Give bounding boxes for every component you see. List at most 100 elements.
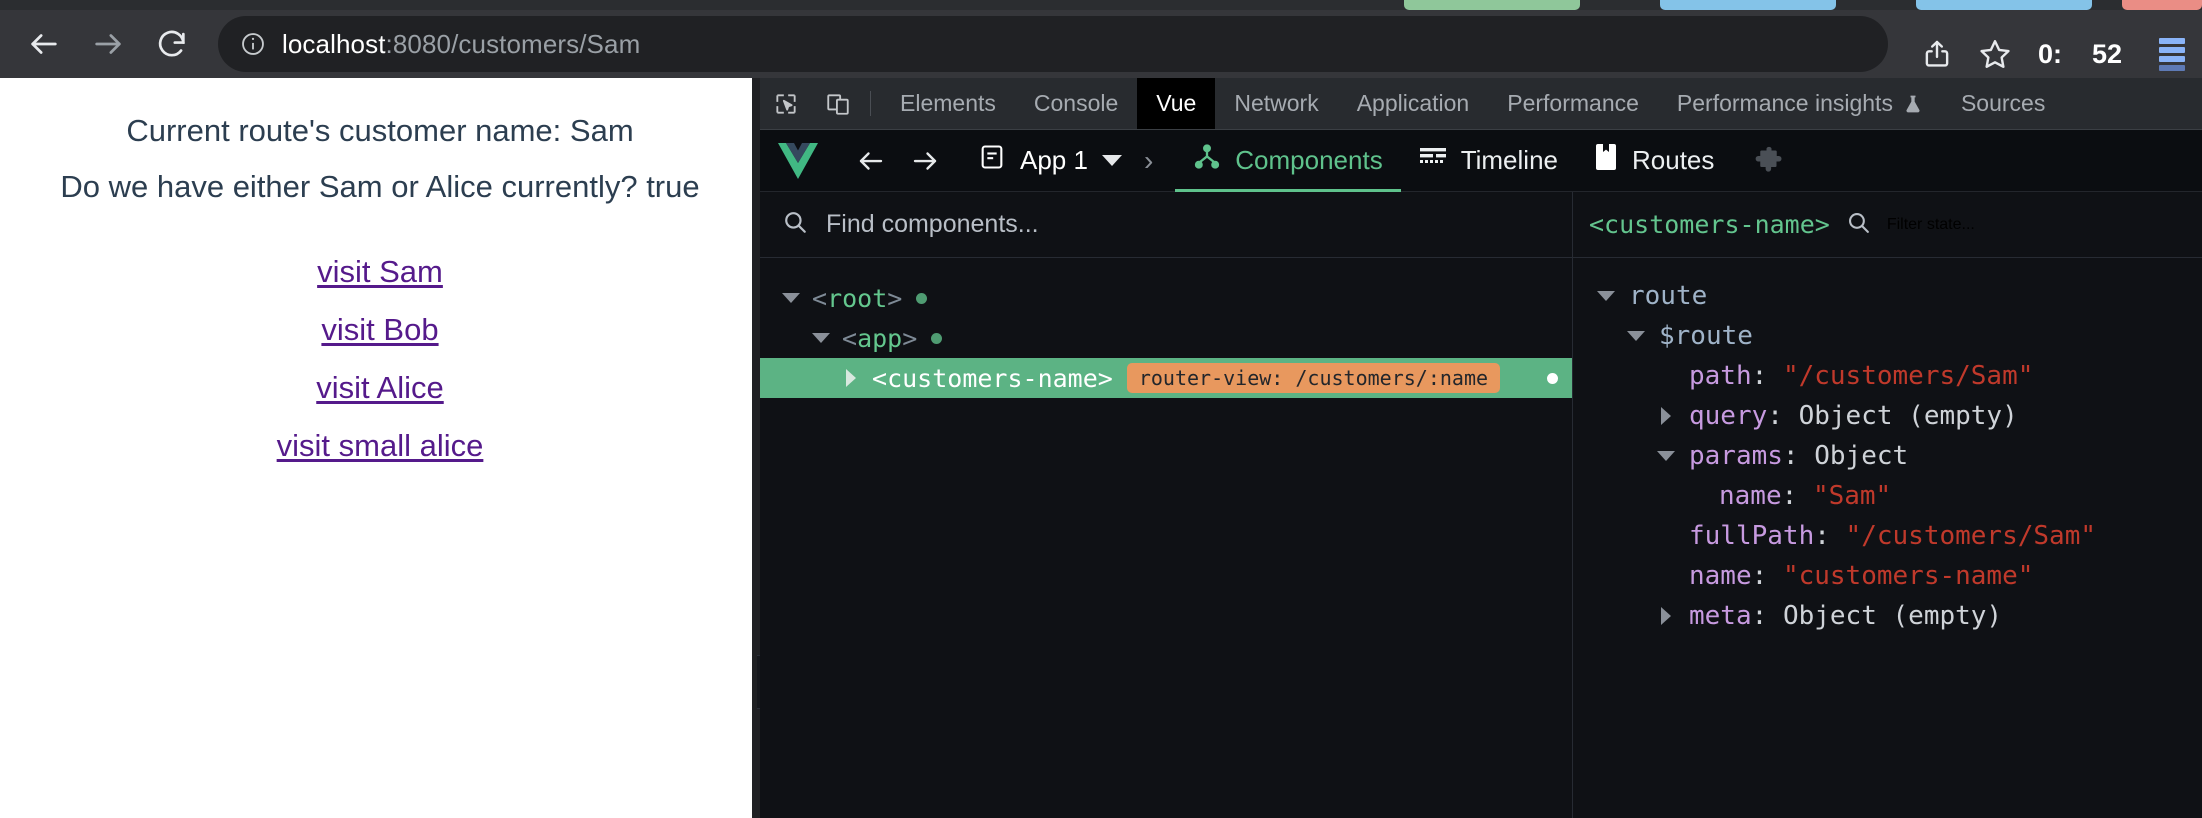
devtools-tab-label: Console [1033, 90, 1119, 116]
vue-nav-timeline[interactable]: Timeline [1401, 130, 1576, 192]
chevron-down-icon[interactable] [1651, 451, 1681, 461]
state-colon: : [1814, 521, 1846, 551]
inspect-element-icon[interactable] [760, 78, 812, 129]
reload-button[interactable] [144, 16, 200, 72]
extensions-menu-icon[interactable] [2144, 25, 2202, 83]
component-tree-row[interactable]: <root> [760, 278, 1572, 318]
site-info-icon[interactable] [240, 31, 266, 57]
chevron-down-icon[interactable] [778, 293, 804, 303]
router-link[interactable]: visit Alice [316, 370, 443, 406]
browser-toolbar: localhost:8080/customers/Sam 0: 52 [0, 10, 2202, 78]
devtools-tab-vue[interactable]: Vue [1137, 78, 1216, 129]
vue-nav-label: Routes [1632, 145, 1715, 175]
app-selector[interactable]: App 1 [978, 143, 1122, 178]
component-search[interactable]: Find components... [760, 192, 1572, 258]
chevron-right-icon[interactable] [838, 369, 864, 387]
vue-nav-routes[interactable]: Routes [1576, 130, 1732, 192]
router-link-list: visit Sam visit Bob visit Alice visit small… [0, 254, 760, 464]
state-colon: : [1767, 401, 1799, 431]
component-tree-row[interactable]: <customers-name> router-view: /customers/… [760, 358, 1572, 398]
devtools-tab-performance-insights[interactable]: Performance insights [1658, 78, 1942, 129]
component-tag: <customers-name> [872, 363, 1113, 393]
components-icon [1193, 143, 1221, 178]
state-panel-header: <customers-name> Filter state... [1573, 192, 2202, 258]
background-tab[interactable] [2122, 0, 2202, 10]
browser-chrome: localhost:8080/customers/Sam 0: 52 [0, 0, 2202, 78]
forward-button[interactable] [80, 16, 136, 72]
counter-right: 52 [2091, 38, 2122, 69]
devtools-tab-elements[interactable]: Elements [881, 78, 1015, 129]
state-value: "/customers/Sam" [1782, 361, 2034, 391]
component-tree-panel: Find components... <root> <app> <customers… [760, 192, 1573, 818]
devtools-tab-performance[interactable]: Performance [1488, 78, 1658, 129]
vue-forward-button[interactable] [898, 137, 952, 185]
selected-component-label: <customers-name> [1589, 210, 1830, 239]
screen: localhost:8080/customers/Sam 0: 52 Curre… [0, 0, 2202, 818]
address-bar[interactable]: localhost:8080/customers/Sam [218, 16, 1888, 72]
state-value: Object [1814, 441, 1909, 471]
chevron-down-icon[interactable] [1591, 291, 1621, 301]
devtools-tab-label: Performance insights [1676, 90, 1893, 116]
vue-nav-components[interactable]: Components [1175, 130, 1400, 192]
devtools-tab-sources[interactable]: Sources [1942, 78, 2064, 129]
state-filter-placeholder[interactable]: Filter state... [1887, 216, 1975, 234]
state-value: Object (empty) [1782, 601, 2003, 631]
router-link[interactable]: visit Sam [317, 254, 443, 290]
state-key: name [1689, 561, 1752, 591]
devtools-tab-label: Elements [900, 90, 996, 116]
chevron-right-icon[interactable] [1651, 607, 1681, 625]
routes-bookmark-icon [1594, 143, 1618, 178]
state-row[interactable]: params: Object [1573, 436, 2202, 476]
vue-back-button[interactable] [844, 137, 898, 185]
state-group-row[interactable]: route [1573, 276, 2202, 316]
device-toolbar-icon[interactable] [812, 78, 864, 129]
vue-nav-label: Timeline [1460, 145, 1558, 175]
app-label: App 1 [1020, 145, 1088, 175]
status-counter: 0: 52 [2038, 39, 2122, 70]
background-tab[interactable] [1916, 0, 2092, 10]
url-host: localhost [282, 28, 386, 59]
state-key: meta [1689, 601, 1752, 631]
state-colon: : [1782, 441, 1815, 471]
toolbar-divider [870, 91, 871, 116]
state-key: fullPath [1689, 521, 1815, 551]
star-icon[interactable] [1966, 25, 2024, 83]
component-tree-row[interactable]: <app> [760, 318, 1572, 358]
chevron-down-icon [1101, 155, 1122, 166]
search-icon [782, 209, 808, 240]
devtools-body: Find components... <root> <app> <customers… [760, 192, 2202, 818]
back-button[interactable] [16, 16, 72, 72]
chevron-down-icon[interactable] [808, 333, 834, 343]
router-link[interactable]: visit small alice [277, 428, 484, 464]
route-check-text: Do we have either Sam or Alice currently… [60, 169, 700, 205]
devtools-tab-network[interactable]: Network [1215, 78, 1337, 129]
state-row[interactable]: name: "customers-name" [1573, 556, 2202, 596]
state-root-label: $route [1659, 321, 1753, 351]
background-tab[interactable] [1660, 0, 1836, 10]
devtools-tab-application[interactable]: Application [1338, 78, 1489, 129]
status-dot [916, 292, 928, 304]
chevron-down-icon[interactable] [1621, 331, 1651, 341]
router-view-badge: router-view: /customers/:name [1126, 363, 1501, 393]
devtools-tab-label: Sources [1960, 90, 2046, 116]
state-row[interactable]: path: "/customers/Sam" [1573, 356, 2202, 396]
state-root-row[interactable]: $route [1573, 316, 2202, 356]
state-value: "customers-name" [1782, 561, 2034, 591]
state-row[interactable]: fullPath: "/customers/Sam" [1573, 516, 2202, 556]
background-tab[interactable] [1404, 0, 1580, 10]
state-key: path [1689, 361, 1752, 391]
state-panel: <customers-name> Filter state... route $r… [1573, 192, 2202, 818]
router-link[interactable]: visit Bob [321, 312, 438, 348]
chevron-right-icon[interactable] [1651, 407, 1681, 425]
breadcrumb-separator: › [1143, 144, 1154, 176]
vue-devtools-toolbar: App 1 › Components Timeline Routes [760, 130, 2202, 192]
url-path: :8080/customers/Sam [385, 28, 641, 59]
state-row[interactable]: meta: Object (empty) [1573, 596, 2202, 636]
share-icon[interactable] [1908, 25, 1966, 83]
devtools-tab-console[interactable]: Console [1015, 78, 1137, 129]
puzzle-icon[interactable] [1754, 146, 1784, 176]
devtools-tab-label: Vue [1156, 90, 1197, 116]
state-row[interactable]: name: "Sam" [1573, 476, 2202, 516]
state-row[interactable]: query: Object (empty) [1573, 396, 2202, 436]
state-tree: route $route path: "/customers/Sam" query: … [1573, 258, 2202, 636]
